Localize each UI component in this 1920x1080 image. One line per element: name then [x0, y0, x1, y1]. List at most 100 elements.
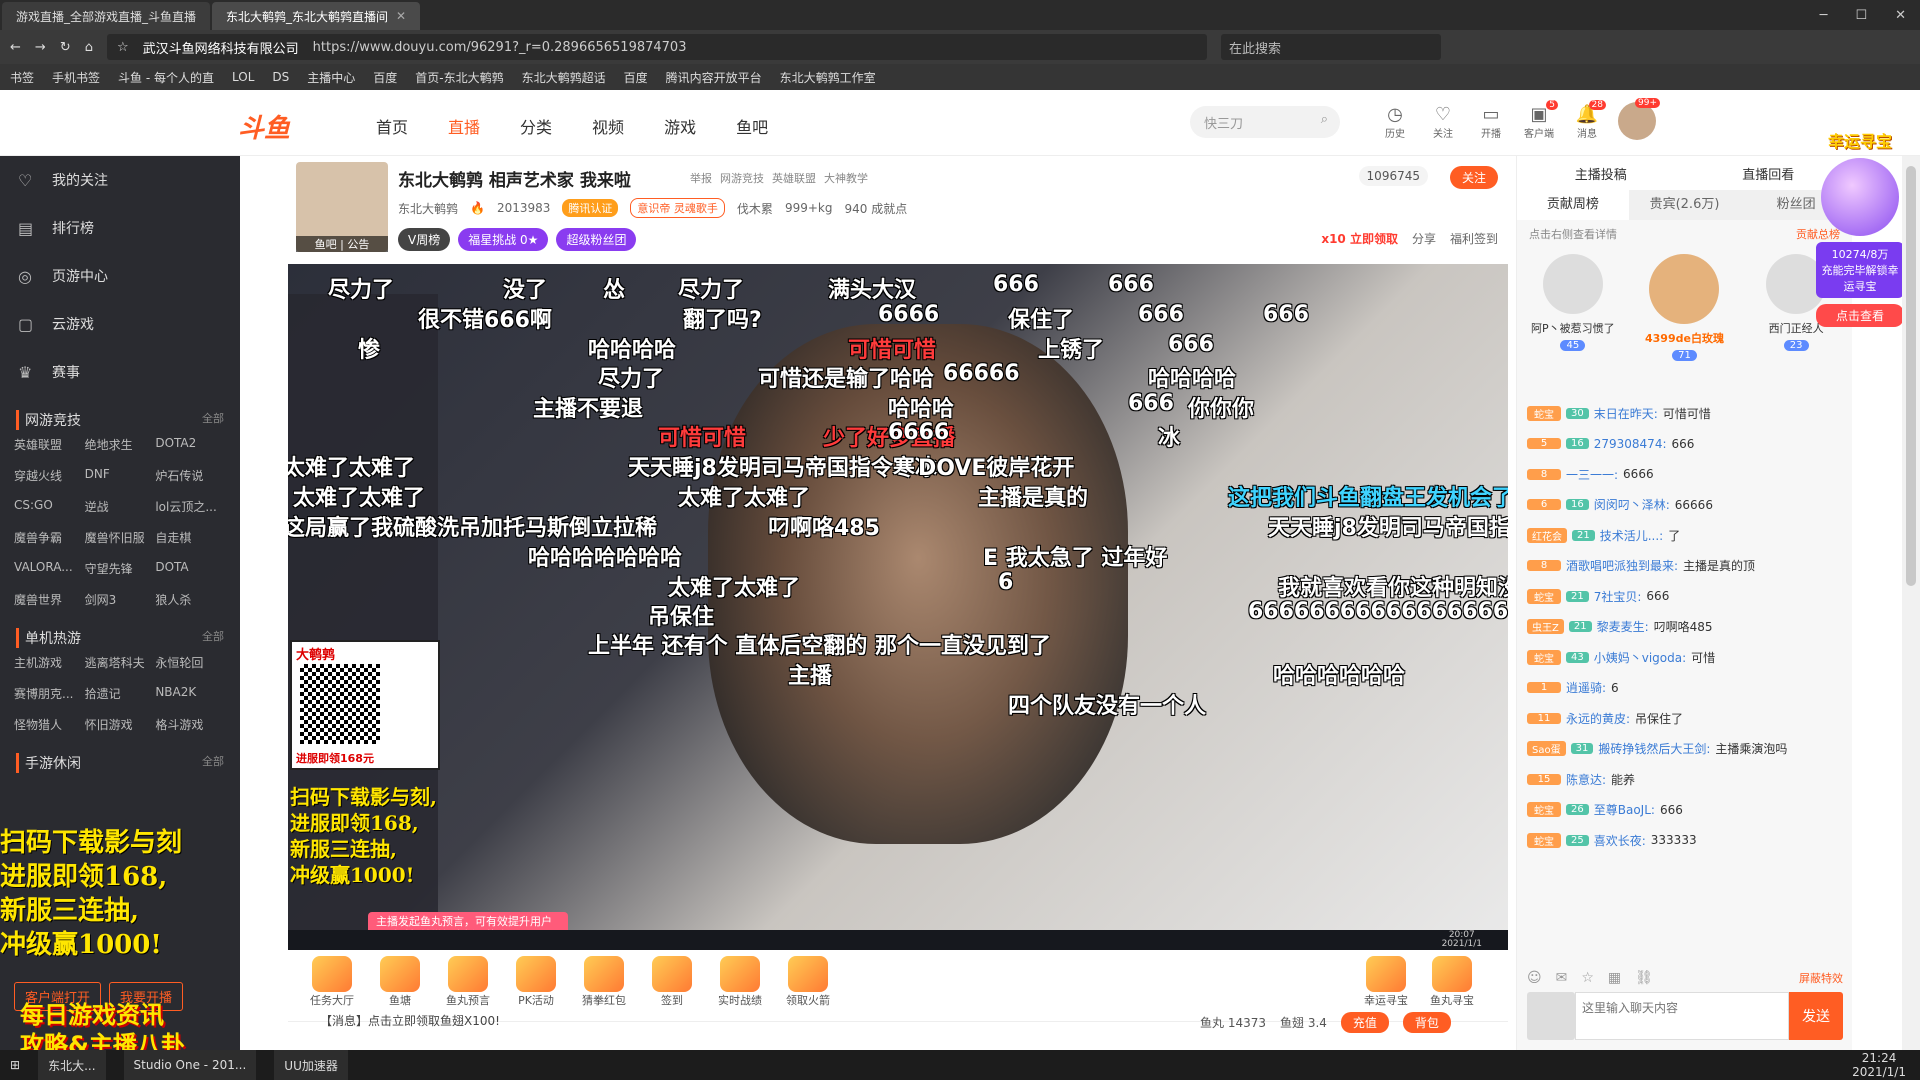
- bookmark-item[interactable]: DS: [272, 70, 289, 84]
- gift-message[interactable]: 【消息】点击立即领取鱼翅X100!: [320, 1012, 500, 1029]
- sidebar-category-link[interactable]: 格斗游戏: [155, 716, 226, 733]
- lucky-treasure[interactable]: 幸运寻宝 10274/8万 充能完毕解锁幸运寻宝 点击查看: [1816, 128, 1904, 568]
- mail-icon[interactable]: ✉: [1556, 970, 1568, 986]
- checkin-button[interactable]: 福利签到: [1450, 230, 1498, 247]
- chat-username[interactable]: 至尊BaoJL:: [1594, 801, 1655, 818]
- avatar-label[interactable]: 鱼吧 | 公告: [296, 236, 388, 252]
- follow-button[interactable]: 关注: [1449, 166, 1498, 189]
- chat-username[interactable]: 永远的黄皮:: [1566, 710, 1630, 727]
- chat-username[interactable]: 逍遥骑:: [1566, 679, 1606, 696]
- gift-item[interactable]: 鱼丸预言: [440, 956, 496, 1008]
- header-icon-button[interactable]: ◷ 历史: [1380, 104, 1410, 140]
- home-icon[interactable]: ⌂: [85, 40, 93, 55]
- rank-avatar[interactable]: [1649, 254, 1720, 324]
- bookmark-item[interactable]: 首页-东北大鹌鹑: [415, 69, 503, 86]
- browser-tab[interactable]: 游戏直播_全部游戏直播_斗鱼直播: [2, 2, 211, 30]
- header-icon-button[interactable]: ♡ 关注: [1428, 104, 1458, 140]
- sidebar-category-link[interactable]: 穿越火线: [14, 467, 85, 484]
- chat-username[interactable]: 一三一一:: [1566, 466, 1618, 483]
- x10-reward[interactable]: x10 立即领取: [1321, 230, 1398, 247]
- sidebar-category-link[interactable]: DOTA: [155, 560, 226, 577]
- sidebar-category-link[interactable]: 自走棋: [155, 529, 226, 546]
- browser-tab-active[interactable]: 东北大鹌鹑_东北大鹌鹑直播间 ✕: [212, 2, 421, 30]
- tab-weekly[interactable]: 贡献周榜: [1517, 190, 1629, 220]
- bookmark-item[interactable]: 书签: [10, 69, 34, 86]
- nav-item[interactable]: 分类: [520, 114, 552, 138]
- sidebar-item[interactable]: ▤ 排行榜: [0, 204, 240, 252]
- bookmark-item[interactable]: 主播中心: [307, 69, 355, 86]
- sidebar-category-link[interactable]: DOTA2: [155, 436, 226, 453]
- submission-link[interactable]: 主播投稿: [1575, 164, 1627, 183]
- gift-item-right[interactable]: 鱼丸寻宝: [1424, 956, 1480, 1008]
- chat-username[interactable]: 黎麦麦生:: [1597, 618, 1649, 635]
- header-icon-button[interactable]: ▭ 开播: [1476, 104, 1506, 140]
- sidebar-category-link[interactable]: VALORA...: [14, 560, 85, 577]
- sidebar-category-link[interactable]: 主机游戏: [14, 654, 85, 671]
- taskbar-clock[interactable]: 21:24 2021/1/1: [1852, 1051, 1920, 1079]
- browser-search[interactable]: 在此搜索: [1220, 34, 1441, 60]
- rank-item[interactable]: 4399de白玫瑰 71: [1639, 254, 1729, 361]
- nav-item[interactable]: 首页: [376, 114, 408, 138]
- chat-username[interactable]: 小姨妈丶vigoda:: [1594, 649, 1686, 666]
- report-link[interactable]: 举报: [690, 170, 712, 186]
- sidebar-category-link[interactable]: 英雄联盟: [14, 436, 85, 453]
- sidebar-category-link[interactable]: 炉石传说: [155, 467, 226, 484]
- back-icon[interactable]: ←: [10, 40, 21, 55]
- backpack-button[interactable]: 背包: [1402, 1012, 1451, 1033]
- site-search-input[interactable]: 快三刀 ⌕: [1190, 106, 1340, 138]
- nav-item[interactable]: 直播: [448, 114, 480, 138]
- scroll-thumb[interactable]: [1906, 166, 1916, 586]
- fan-group-pill[interactable]: 超级粉丝团: [556, 228, 637, 251]
- tag[interactable]: 大神教学: [824, 170, 868, 186]
- bookmark-item[interactable]: 斗鱼 - 每个人的直: [118, 69, 214, 86]
- sidebar-category-link[interactable]: 永恒轮回: [155, 654, 226, 671]
- sidebar-category-link[interactable]: 赛博朋克...: [14, 685, 85, 702]
- sidebar-category-link[interactable]: 逆战: [85, 498, 156, 515]
- gift-item[interactable]: 实时战绩: [712, 956, 768, 1008]
- page-scrollbar[interactable]: [1902, 156, 1920, 1050]
- user-avatar[interactable]: 99+: [1618, 98, 1660, 140]
- sidebar-item[interactable]: ◎ 页游中心: [0, 252, 240, 300]
- chat-username[interactable]: 末日在昨天:: [1594, 405, 1658, 422]
- grid-icon[interactable]: ▦: [1608, 970, 1621, 986]
- rank-item[interactable]: 阿P丶被惹习惯了 45: [1528, 254, 1618, 351]
- sidebar-category-link[interactable]: lol云顶之...: [155, 498, 226, 515]
- header-icon-button[interactable]: ▣ 客户端 5: [1524, 100, 1558, 140]
- nav-item[interactable]: 视频: [592, 114, 624, 138]
- gift-item-right[interactable]: 幸运寻宝: [1358, 956, 1414, 1008]
- sidebar-item[interactable]: ▢ 云游戏: [0, 300, 240, 348]
- replay-link[interactable]: 直播回看: [1742, 164, 1794, 183]
- chat-username[interactable]: 技术活儿...:: [1600, 527, 1664, 544]
- bookmark-item[interactable]: 手机书签: [52, 69, 100, 86]
- sidebar-category-link[interactable]: CS:GO: [14, 498, 85, 515]
- chat-username[interactable]: 喜欢长夜:: [1594, 832, 1646, 849]
- streamer-name[interactable]: 东北大鹌鹑: [398, 200, 458, 217]
- taskbar-task[interactable]: Studio One - 201...: [123, 1050, 257, 1080]
- sidebar-category-link[interactable]: 绝地求生: [85, 436, 156, 453]
- tag[interactable]: 英雄联盟: [772, 170, 816, 186]
- star-tool-icon[interactable]: ☆: [1581, 970, 1594, 986]
- taskbar-task[interactable]: UU加速器: [274, 1050, 348, 1080]
- nav-item[interactable]: 游戏: [664, 114, 696, 138]
- sidebar-category-link[interactable]: 魔兽世界: [14, 591, 85, 608]
- recharge-button[interactable]: 充值: [1340, 1012, 1389, 1033]
- gift-item[interactable]: 任务大厅: [304, 956, 360, 1008]
- sidebar-category-link[interactable]: 怪物猎人: [14, 716, 85, 733]
- chat-username[interactable]: 酒歌唱吧派独到最来:: [1566, 557, 1678, 574]
- start-icon[interactable]: ⊞: [10, 1058, 20, 1072]
- sidebar-category-link[interactable]: 魔兽争霸: [14, 529, 85, 546]
- chat-username[interactable]: 279308474:: [1594, 437, 1667, 451]
- sidebar-category-link[interactable]: 拾遗记: [85, 685, 156, 702]
- sidebar-category-link[interactable]: 守望先锋: [85, 560, 156, 577]
- sidebar-item[interactable]: ♛ 赛事: [0, 348, 240, 396]
- share-button[interactable]: 分享: [1412, 230, 1436, 247]
- bookmark-item[interactable]: 百度: [373, 69, 397, 86]
- bookmark-item[interactable]: 东北大鹌鹑超话: [522, 69, 606, 86]
- qr-ad[interactable]: 大鹌鹑 进服即领168元: [290, 640, 440, 770]
- reload-icon[interactable]: ↻: [60, 40, 71, 55]
- sidebar-category-link[interactable]: DNF: [85, 467, 156, 484]
- maximize-icon[interactable]: ☐: [1855, 8, 1867, 23]
- rank-avatar[interactable]: [1542, 254, 1603, 314]
- emoji-icon[interactable]: ☺: [1527, 970, 1542, 986]
- sidebar-category-link[interactable]: 怀旧游戏: [85, 716, 156, 733]
